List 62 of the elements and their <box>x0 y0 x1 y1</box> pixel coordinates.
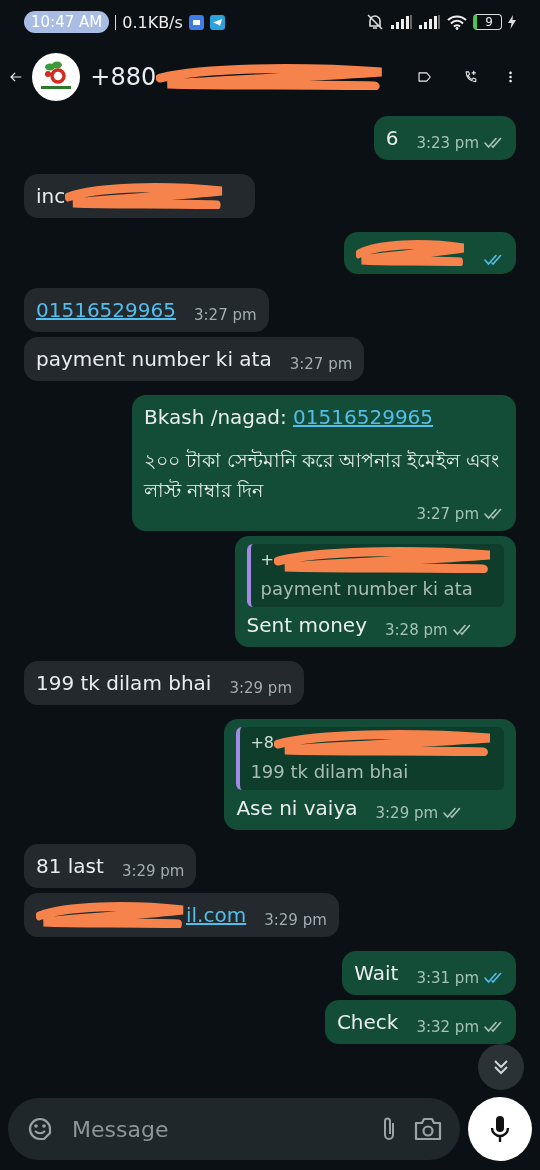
quote-text: 199 tk dilam bhai <box>250 761 409 782</box>
message-text: 6 <box>385 125 399 152</box>
message-text: Check <box>336 1009 399 1036</box>
quote-sender: +8 <box>250 732 274 754</box>
message-input[interactable]: Message <box>70 1115 364 1143</box>
scroll-down-button[interactable] <box>478 1044 524 1090</box>
message-bubble[interactable]: +8 199 tk dilam bhai Ase ni vaiya 3:29 pm <box>224 719 516 830</box>
message-bubble[interactable]: Check 3:32 pm <box>324 1000 516 1044</box>
contact-title[interactable]: +880 <box>90 63 157 91</box>
phone-link[interactable]: 01516529965 <box>36 296 176 324</box>
message-bubble[interactable]: inc <box>24 174 256 218</box>
message-time: 3:29 pm <box>121 862 185 880</box>
message-bubble[interactable]: payment number ki ata 3:27 pm <box>24 337 365 381</box>
quote-text: payment number ki ata <box>260 578 473 599</box>
message-time: 3:31 pm <box>416 969 479 987</box>
message-bubble[interactable]: 81 last 3:29 pm <box>24 844 197 888</box>
message-text: Bkash /nagad: <box>144 404 288 431</box>
message-time: 3:28 pm <box>385 621 448 639</box>
message-bubble[interactable] <box>344 232 516 274</box>
quoted-message[interactable]: +8 199 tk dilam bhai <box>236 727 504 790</box>
network-speed: 0.1KB/s <box>122 12 183 32</box>
message-text: payment number ki ata <box>36 346 272 373</box>
message-time: 3:23 pm <box>416 134 479 152</box>
battery-indicator: 9 <box>473 14 502 30</box>
message-text: inc <box>36 183 66 210</box>
message-text: 81 last <box>36 853 104 880</box>
paper-plane-icon <box>209 14 225 30</box>
message-bubble[interactable]: 199 tk dilam bhai 3:29 pm <box>24 661 304 705</box>
status-time: 10:47 AM <box>24 11 110 33</box>
message-time: 3:32 pm <box>416 1018 479 1036</box>
avatar[interactable] <box>32 53 81 101</box>
message-text: ২০০ টাকা সেন্টমানি করে আপনার ইমেইল এবং লাস্ট নাম্বার দিন <box>144 448 501 503</box>
message-text: Sent money <box>246 612 367 639</box>
charging-bolt-icon <box>508 15 516 29</box>
message-time: 3:29 pm <box>375 804 439 822</box>
sticker-icon[interactable] <box>26 1115 54 1143</box>
message-bubble[interactable]: il.com 3:29 pm <box>24 893 339 937</box>
message-time: 3:29 pm <box>264 911 327 929</box>
message-text: Ase ni vaiya <box>236 795 358 822</box>
message-time: 3:27 pm <box>194 306 257 324</box>
message-time: 3:27 pm <box>416 505 479 523</box>
message-bubble[interactable]: 6 3:23 pm <box>373 116 516 160</box>
message-text: Wait <box>354 960 399 987</box>
signal-icon <box>391 15 414 29</box>
wifi-icon <box>447 14 468 30</box>
quoted-message[interactable]: + payment number ki ata <box>246 544 504 607</box>
microphone-icon <box>490 1115 510 1143</box>
phone-link[interactable]: 01516529965 <box>293 403 434 431</box>
message-bubble[interactable]: Wait 3:31 pm <box>342 951 516 995</box>
signal-icon <box>419 15 442 29</box>
message-bubble[interactable]: Bkash /nagad: 01516529965 ২০০ টাকা সেন্টমানি করে আপনার ইমেইল এবং লাস্ট নাম্বার দিন 3:27 pm <box>132 395 516 531</box>
quote-sender: + <box>260 549 274 571</box>
message-field[interactable]: Message <box>8 1098 460 1160</box>
message-time: 3:27 pm <box>289 355 353 373</box>
chat-app-icon <box>188 14 204 30</box>
email-link[interactable]: il.com <box>186 901 247 929</box>
message-time: 3:29 pm <box>229 679 292 697</box>
camera-icon[interactable] <box>414 1117 442 1141</box>
message-text: 199 tk dilam bhai <box>36 670 212 697</box>
message-bubble[interactable]: 01516529965 3:27 pm <box>24 288 269 332</box>
double-chevron-down-icon <box>492 1058 510 1076</box>
message-bubble[interactable]: + payment number ki ata Sent money 3:28 pm <box>234 536 516 647</box>
